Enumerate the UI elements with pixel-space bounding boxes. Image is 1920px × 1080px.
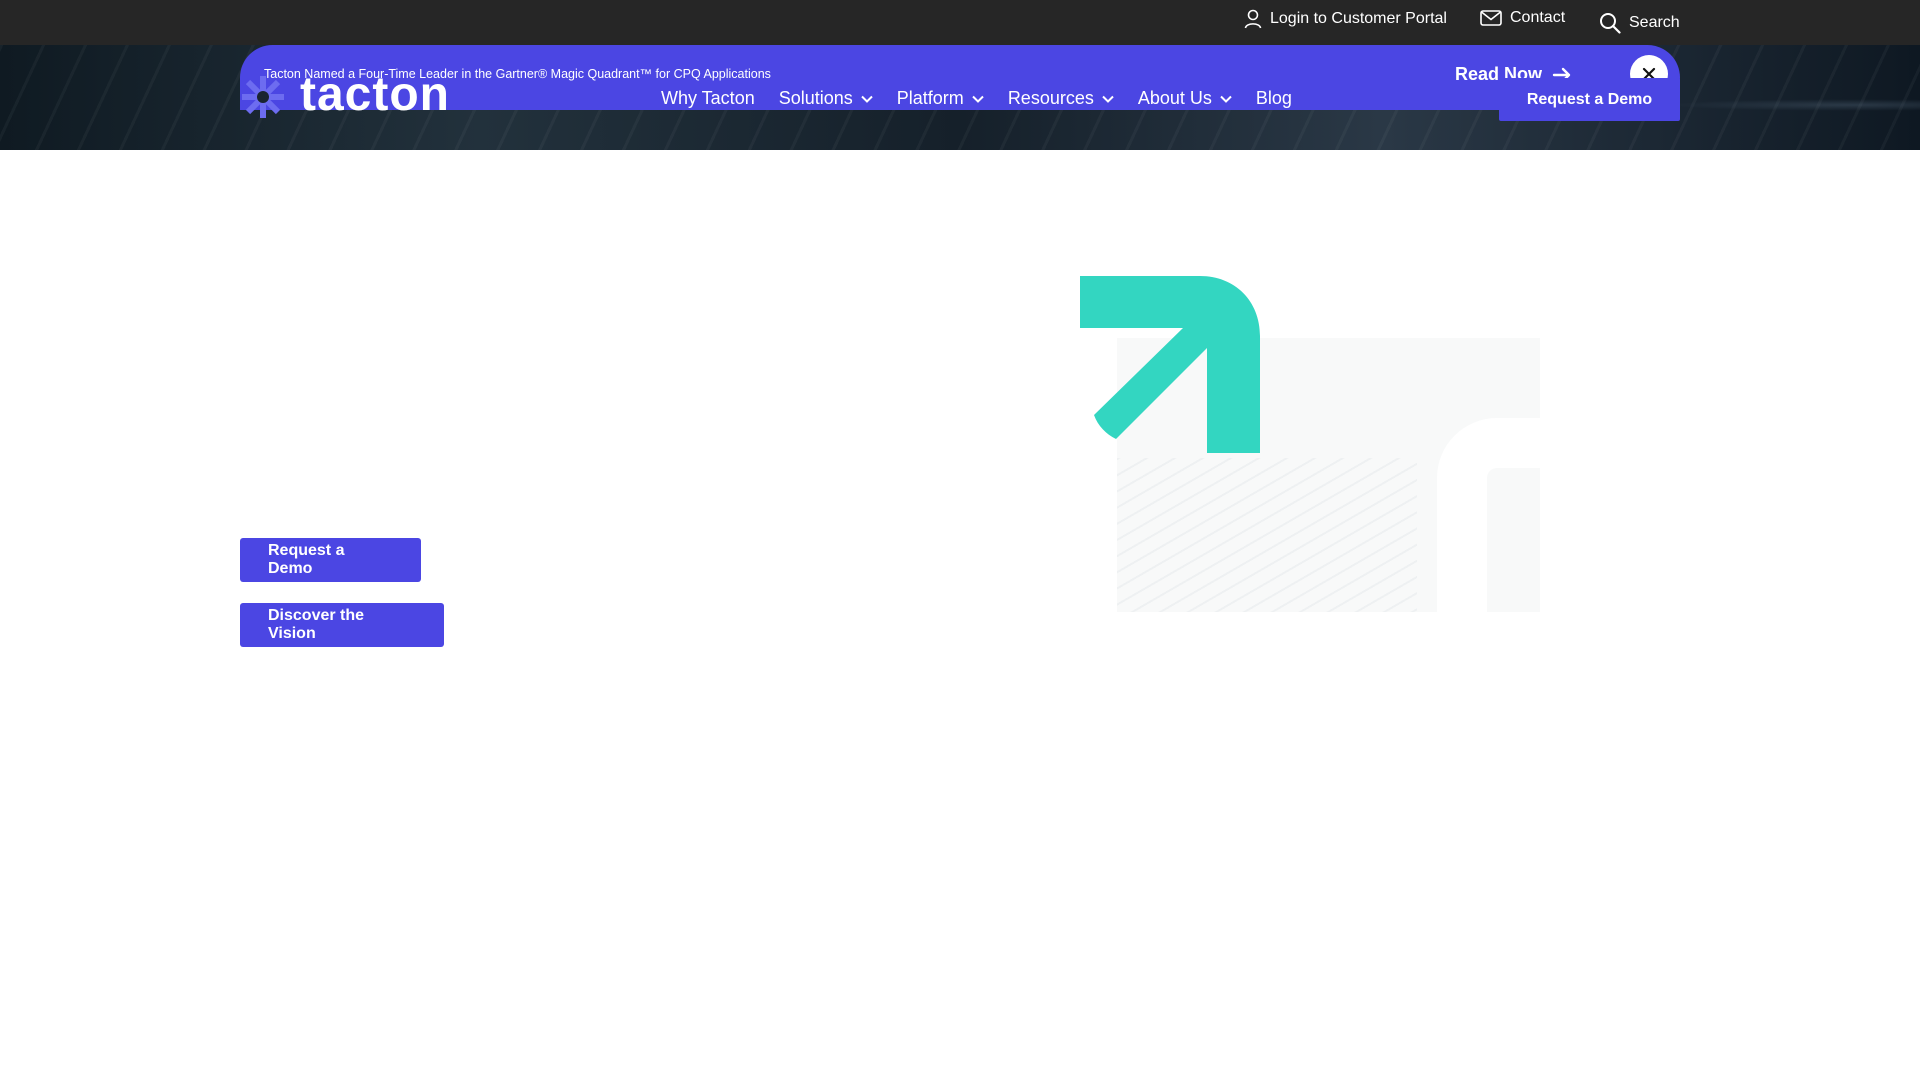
ghost-arrow-shape <box>1437 418 1540 612</box>
search-link[interactable]: Search <box>1599 12 1680 34</box>
nav-item-platform[interactable]: Platform <box>897 88 984 109</box>
main-nav: Why Tacton Solutions Platform Resources … <box>661 88 1316 109</box>
chevron-down-icon <box>1102 95 1114 103</box>
contact-label: Contact <box>1510 9 1566 26</box>
contact-link[interactable]: Contact <box>1480 9 1565 27</box>
nav-item-label: Blog <box>1255 88 1292 108</box>
utility-bar: Login to Customer Portal Contact Search <box>0 0 1920 45</box>
mail-icon <box>1480 10 1502 26</box>
hero-request-demo-button[interactable]: Request a Demo <box>240 538 421 582</box>
search-icon <box>1600 13 1621 34</box>
chevron-down-icon <box>972 95 984 103</box>
chevron-down-icon <box>861 95 873 103</box>
chevron-down-icon <box>1220 95 1232 103</box>
search-label: Search <box>1629 14 1680 31</box>
nav-item-solutions[interactable]: Solutions <box>779 88 873 109</box>
nav-item-label: Platform <box>896 88 964 108</box>
nav-item-label: Solutions <box>778 88 853 108</box>
teal-arrow-icon <box>1080 276 1260 453</box>
tacton-logo[interactable]: tacton <box>240 68 450 121</box>
login-link[interactable]: Login to Customer Portal <box>1244 9 1447 29</box>
user-icon <box>1244 9 1262 29</box>
logo-wordmark: tacton <box>300 68 450 121</box>
nav-item-label: About Us <box>1137 88 1212 108</box>
hero-visual <box>1080 276 1540 612</box>
nav-item-about-us[interactable]: About Us <box>1138 88 1232 109</box>
nav-item-blog[interactable]: Blog <box>1256 88 1292 109</box>
nav-item-why-tacton[interactable]: Why Tacton <box>661 88 755 109</box>
nav-request-demo-button[interactable]: Request a Demo <box>1499 78 1680 121</box>
discover-vision-button[interactable]: Discover the Vision <box>240 603 444 647</box>
nav-item-resources[interactable]: Resources <box>1008 88 1114 109</box>
nav-item-label: Why Tacton <box>661 88 755 108</box>
nav-item-label: Resources <box>1007 88 1094 108</box>
login-label: Login to Customer Portal <box>1270 10 1447 27</box>
tacton-logo-mark-icon <box>242 76 284 118</box>
